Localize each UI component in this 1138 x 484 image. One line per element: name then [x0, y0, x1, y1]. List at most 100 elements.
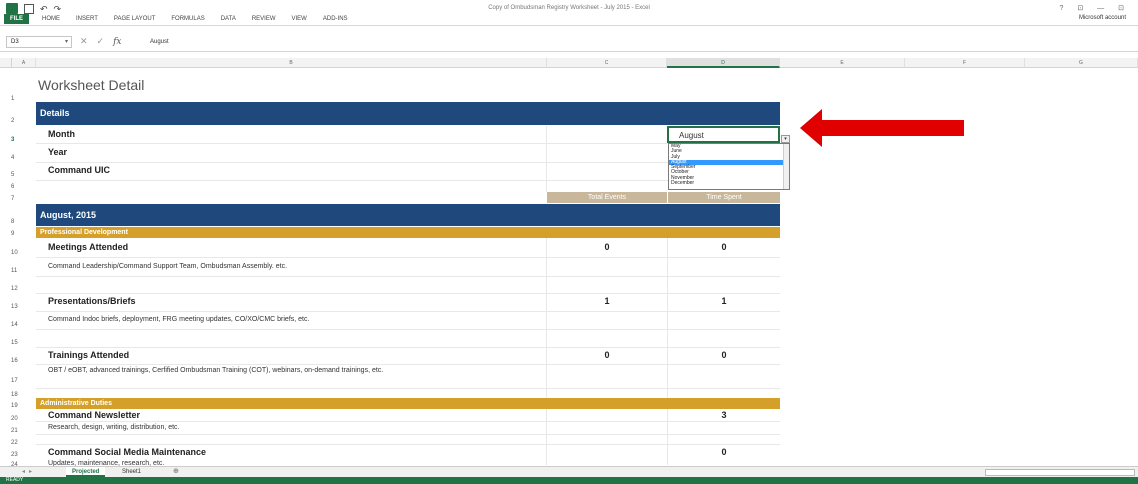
sheet-nav-arrows[interactable]: ◂▸ — [22, 468, 36, 475]
row-number[interactable]: 11 — [0, 268, 24, 274]
dropdown-scrollbar[interactable] — [783, 144, 789, 189]
row-number[interactable]: 20 — [0, 416, 24, 422]
row-number[interactable]: 6 — [0, 184, 24, 190]
sheet-tab-projected[interactable]: Projected — [66, 467, 106, 477]
sheet-tabs-bar: ◂▸ Projected Sheet1 ⊕ — [0, 466, 1138, 477]
meetings-events-value[interactable]: 0 — [547, 242, 667, 252]
meetings-time-value[interactable]: 0 — [668, 242, 780, 252]
trainings-time-value[interactable]: 0 — [668, 350, 780, 360]
period-header[interactable]: August, 2015 — [36, 204, 780, 226]
column-divider — [546, 409, 547, 465]
tab-page-layout[interactable]: PAGE LAYOUT — [111, 15, 158, 23]
command-newsletter-label[interactable]: Command Newsletter — [48, 410, 140, 420]
status-text: READY — [6, 477, 24, 483]
status-bar: READY — [0, 477, 1138, 484]
social-media-label[interactable]: Command Social Media Maintenance — [48, 447, 206, 457]
tab-view[interactable]: VIEW — [289, 15, 310, 23]
row-number[interactable]: 2 — [0, 118, 24, 124]
sheet-tab-sheet1[interactable]: Sheet1 — [116, 467, 147, 477]
row-number[interactable]: 22 — [0, 440, 24, 446]
command-uic-label[interactable]: Command UIC — [48, 165, 110, 175]
meetings-description[interactable]: Command Leadership/Command Support Team,… — [48, 261, 287, 272]
row-number[interactable]: 5 — [0, 172, 24, 178]
presentations-events-value[interactable]: 1 — [547, 296, 667, 306]
tab-file[interactable]: FILE — [4, 14, 29, 24]
row-number[interactable]: 14 — [0, 322, 24, 328]
column-header-b[interactable]: B — [36, 58, 547, 68]
row-number[interactable]: 8 — [0, 219, 24, 225]
column-header-c[interactable]: C — [547, 58, 667, 68]
row-number[interactable]: 16 — [0, 358, 24, 364]
ribbon-tabs: FILE HOME INSERT PAGE LAYOUT FORMULAS DA… — [4, 14, 351, 24]
insert-function-icon[interactable]: fx — [113, 37, 121, 47]
tab-review[interactable]: REVIEW — [249, 15, 279, 23]
row-number[interactable]: 4 — [0, 155, 24, 161]
column-header-f[interactable]: F — [905, 58, 1025, 68]
column-header-d[interactable]: D — [667, 58, 780, 68]
social-media-description[interactable]: Updates, maintenance, research, etc. — [48, 458, 164, 466]
cancel-icon[interactable]: ✕ — [80, 36, 88, 47]
total-events-header[interactable]: Total Events — [547, 192, 667, 203]
section-professional-development[interactable]: Professional Development — [36, 227, 780, 238]
column-header-e[interactable]: E — [780, 58, 905, 68]
section-administrative-duties[interactable]: Administrative Duties — [36, 398, 780, 409]
add-sheet-icon[interactable]: ⊕ — [173, 467, 179, 477]
row-number[interactable]: 13 — [0, 304, 24, 310]
row-divider — [36, 276, 780, 277]
account-label[interactable]: Microsoft account — [1079, 15, 1126, 21]
row-number[interactable]: 18 — [0, 392, 24, 398]
meetings-attended-label[interactable]: Meetings Attended — [48, 242, 128, 252]
tab-formulas[interactable]: FORMULAS — [168, 15, 207, 23]
title-bar: ↶ ↷ Copy of Ombudsman Registry Worksheet… — [0, 0, 1138, 26]
dropdown-option[interactable]: December — [669, 180, 789, 186]
row-divider — [36, 347, 780, 348]
row-number[interactable]: 17 — [0, 378, 24, 384]
row-number[interactable]: 19 — [0, 403, 24, 409]
check-icon[interactable]: ✓ — [97, 36, 105, 47]
month-value-cell[interactable]: August — [667, 126, 780, 143]
tab-home[interactable]: HOME — [39, 15, 63, 23]
name-box[interactable]: D3 ▾ — [6, 36, 72, 48]
window-controls[interactable]: ? ⊡ — ⊡ — [1060, 4, 1130, 12]
formula-input[interactable]: August — [150, 39, 169, 45]
month-dropdown-list[interactable]: May June July August September October N… — [668, 143, 790, 190]
row-number[interactable]: 15 — [0, 340, 24, 346]
row-number[interactable]: 9 — [0, 231, 24, 237]
trainings-description[interactable]: OBT / eOBT, advanced trainings, Cerfifie… — [48, 365, 540, 376]
row-divider — [36, 311, 780, 312]
row-number[interactable]: 10 — [0, 250, 24, 256]
month-dropdown-button[interactable]: ▾ — [781, 135, 790, 143]
tab-add-ins[interactable]: ADD-INS — [320, 15, 351, 23]
presentations-description[interactable]: Command Indoc briefs, deployment, FRG me… — [48, 314, 309, 325]
tab-data[interactable]: DATA — [218, 15, 239, 23]
presentations-briefs-label[interactable]: Presentations/Briefs — [48, 296, 136, 306]
year-label[interactable]: Year — [48, 147, 67, 157]
row-divider — [36, 434, 780, 435]
row-number[interactable]: 12 — [0, 286, 24, 292]
trainings-events-value[interactable]: 0 — [547, 350, 667, 360]
newsletter-time-value[interactable]: 3 — [668, 410, 780, 420]
time-spent-header[interactable]: Time Spent — [668, 192, 780, 203]
row-divider — [36, 444, 780, 445]
chevron-down-icon[interactable]: ▾ — [65, 38, 68, 45]
row-number[interactable]: 21 — [0, 428, 24, 434]
row-number[interactable]: 1 — [0, 96, 24, 102]
column-divider — [546, 126, 547, 192]
row-number[interactable]: 23 — [0, 452, 24, 458]
month-label[interactable]: Month — [48, 129, 75, 139]
newsletter-description[interactable]: Research, design, writing, distribution,… — [48, 422, 180, 433]
row-number[interactable]: 3 — [0, 137, 24, 143]
trainings-attended-label[interactable]: Trainings Attended — [48, 350, 129, 360]
row-number[interactable]: 7 — [0, 196, 24, 202]
details-header[interactable]: Details — [36, 102, 780, 125]
column-header-a[interactable]: A — [12, 58, 36, 68]
horizontal-scrollbar[interactable] — [985, 469, 1135, 476]
column-header-g[interactable]: G — [1025, 58, 1138, 68]
column-divider — [667, 238, 668, 398]
row-divider — [36, 257, 780, 258]
social-media-time-value[interactable]: 0 — [668, 447, 780, 457]
row-divider — [36, 293, 780, 294]
tab-insert[interactable]: INSERT — [73, 15, 101, 23]
presentations-time-value[interactable]: 1 — [668, 296, 780, 306]
select-all-corner[interactable] — [0, 58, 12, 68]
